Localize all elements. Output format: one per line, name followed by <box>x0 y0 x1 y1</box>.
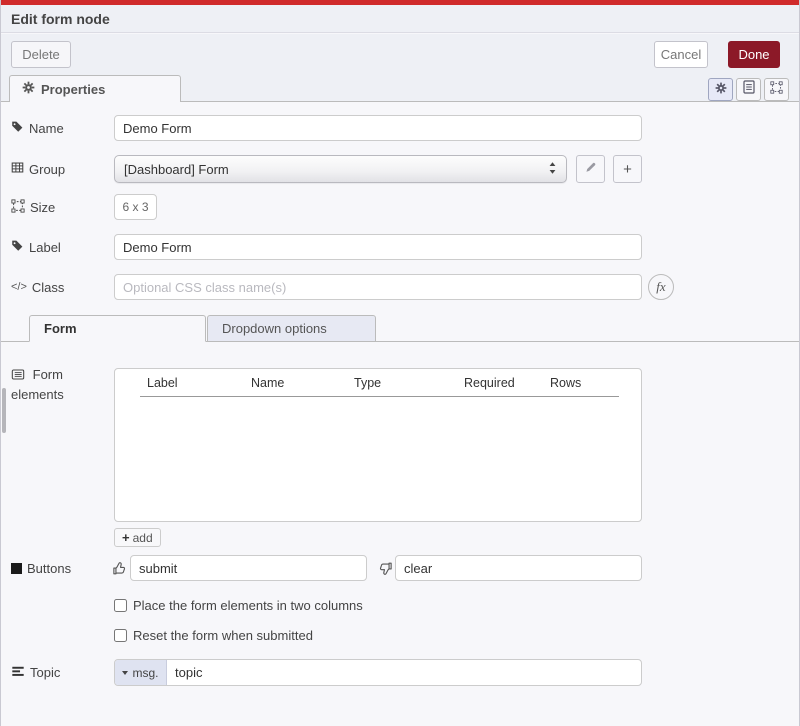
tab-properties[interactable]: Properties <box>9 75 181 102</box>
properties-icon-button[interactable] <box>708 78 733 101</box>
group-row: Group [Dashboard] Form + <box>1 155 799 183</box>
gear-icon <box>22 81 35 97</box>
code-icon: </> <box>11 281 27 293</box>
group-selected-value: [Dashboard] Form <box>124 162 229 177</box>
column-required: Required <box>464 376 550 390</box>
submit-button-input[interactable] <box>130 555 367 581</box>
object-group-icon <box>11 199 25 216</box>
form-elements-empty-body <box>115 397 641 507</box>
description-icon-button[interactable] <box>736 78 761 101</box>
plus-icon: + <box>122 530 130 545</box>
topic-typed-input: msg. <box>114 659 642 686</box>
size-label: Size <box>11 194 55 220</box>
class-label: </> Class <box>11 274 64 300</box>
delete-button[interactable]: Delete <box>11 41 71 68</box>
thumbs-up-icon <box>112 561 127 581</box>
topic-type-label: msg. <box>132 666 158 680</box>
clear-button-input[interactable] <box>395 555 642 581</box>
column-type: Type <box>354 376 464 390</box>
add-group-button[interactable]: + <box>613 155 642 183</box>
tag-icon <box>11 120 24 136</box>
select-stepper-icon <box>548 161 557 178</box>
topic-row: Topic msg. <box>1 659 799 686</box>
reset-label: Reset the form when submitted <box>133 628 313 643</box>
done-button[interactable]: Done <box>728 41 780 68</box>
name-row: Name <box>1 115 799 141</box>
fx-button[interactable]: fx <box>648 274 674 300</box>
topic-value-input[interactable] <box>167 660 641 685</box>
column-rows: Rows <box>550 376 619 390</box>
column-label: Label <box>147 376 251 390</box>
name-input[interactable] <box>114 115 642 141</box>
class-input[interactable] <box>114 274 642 300</box>
group-label: Group <box>11 155 65 183</box>
inner-tab-bar: Form Dropdown options <box>1 315 799 342</box>
label-label: Label <box>11 234 61 260</box>
left-scrollbar-thumb[interactable] <box>2 388 6 433</box>
buttons-row: Buttons <box>1 555 799 581</box>
form-elements-label: Form elements <box>11 365 87 405</box>
size-row: Size 6 x 3 <box>1 194 799 220</box>
document-icon <box>743 80 755 99</box>
group-select[interactable]: [Dashboard] Form <box>114 155 567 183</box>
topic-type-select[interactable]: msg. <box>115 660 167 685</box>
two-columns-option: Place the form elements in two columns <box>114 597 363 613</box>
class-row: </> Class fx <box>1 274 799 300</box>
topic-label: Topic <box>11 659 60 686</box>
two-columns-label: Place the form elements in two columns <box>133 598 363 613</box>
reset-option: Reset the form when submitted <box>114 627 313 643</box>
tag-icon <box>11 239 24 255</box>
name-label: Name <box>11 115 64 141</box>
edit-form-node-dialog: Edit form node Delete Cancel Done Proper… <box>0 0 800 726</box>
column-name: Name <box>251 376 354 390</box>
plus-icon: + <box>623 161 632 178</box>
two-columns-checkbox[interactable] <box>114 599 127 612</box>
list-alt-icon <box>11 367 33 382</box>
buttons-label: Buttons <box>11 555 71 581</box>
table-icon <box>11 161 24 177</box>
form-elements-list: Label Name Type Required Rows <box>114 368 642 522</box>
tab-dropdown-options[interactable]: Dropdown options <box>207 315 376 342</box>
add-element-button[interactable]: + add <box>114 528 161 547</box>
size-button[interactable]: 6 x 3 <box>114 194 157 220</box>
appearance-icon-button[interactable] <box>764 78 789 101</box>
tab-form[interactable]: Form <box>29 315 206 342</box>
label-row: Label <box>1 234 799 260</box>
caret-down-icon <box>122 671 128 675</box>
gear-icon <box>715 81 727 99</box>
tasks-icon <box>11 665 25 681</box>
square-icon <box>11 563 22 574</box>
dialog-toolbar: Delete Cancel Done <box>1 34 799 75</box>
object-group-icon <box>770 81 783 99</box>
thumbs-down-icon <box>378 561 393 581</box>
dialog-title: Edit form node <box>11 11 110 27</box>
edit-group-button[interactable] <box>576 155 605 183</box>
reset-checkbox[interactable] <box>114 629 127 642</box>
main-tab-bar: Properties <box>1 75 799 102</box>
cancel-button[interactable]: Cancel <box>654 41 708 68</box>
label-input[interactable] <box>114 234 642 260</box>
pencil-icon <box>584 161 597 178</box>
tab-properties-label: Properties <box>41 82 105 97</box>
form-elements-header: Label Name Type Required Rows <box>140 369 619 397</box>
dialog-header: Edit form node <box>1 5 799 33</box>
